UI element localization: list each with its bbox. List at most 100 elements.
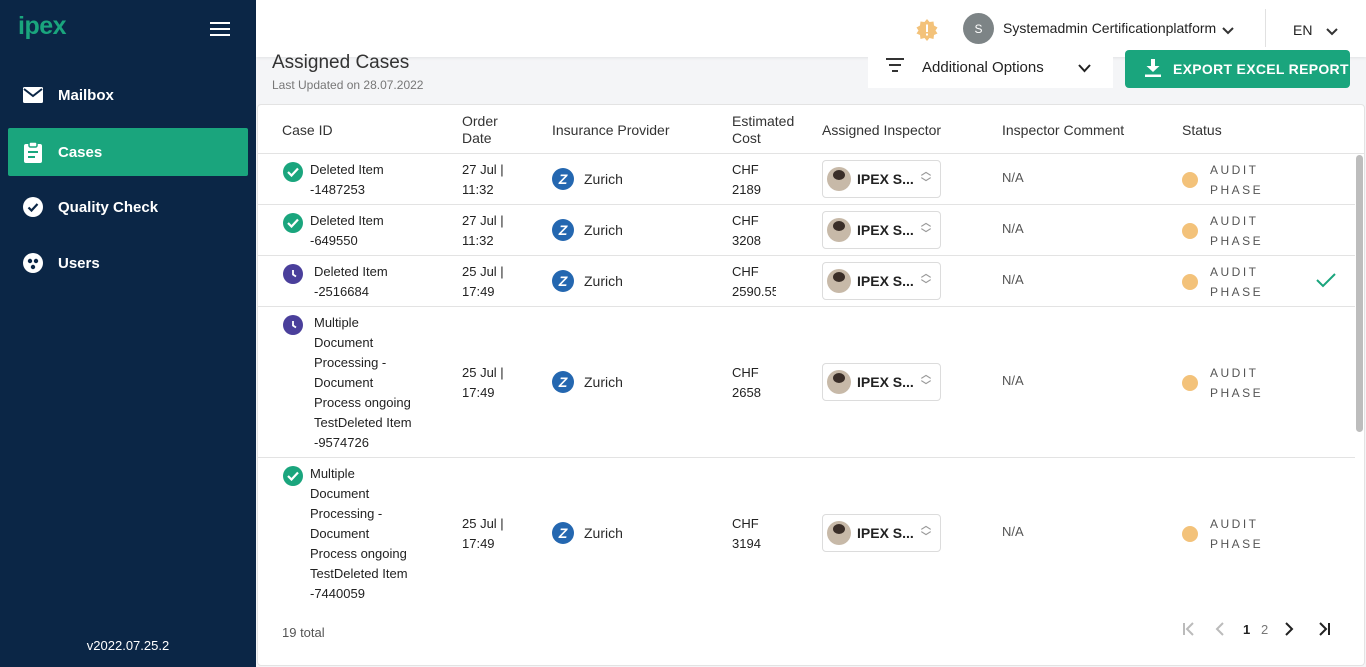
status-line: PHASE	[1210, 183, 1264, 197]
zurich-logo-icon: Z	[552, 371, 574, 393]
status-dot	[1182, 526, 1198, 542]
sidebar-item-quality-check[interactable]: Quality Check	[8, 183, 248, 231]
status-line: PHASE	[1210, 234, 1264, 248]
status-dot	[1182, 223, 1198, 239]
column-header-case-id[interactable]: Case ID	[282, 122, 333, 139]
status-badge: AUDIT PHASE	[1182, 211, 1263, 251]
sidebar-item-users[interactable]: Users	[8, 239, 248, 287]
table-row[interactable]: Deleted Item -2516684 25 Jul | 17:49 Z Z…	[258, 256, 1355, 307]
select-arrows-icon: ︿ ﹀	[921, 370, 931, 392]
case-id-line: Processing -	[314, 355, 387, 370]
inspector-comment: N/A	[1002, 524, 1024, 539]
inspector-comment: N/A	[1002, 221, 1024, 236]
case-id-line: Document	[314, 375, 374, 390]
table-row[interactable]: Deleted Item -1487253 27 Jul | 11:32 Z Z…	[258, 154, 1355, 205]
notification-alert-icon[interactable]	[916, 19, 938, 41]
user-name[interactable]: Systemadmin Certificationplatform	[1003, 20, 1216, 36]
date-line: 17:49	[462, 284, 495, 299]
page-1-button[interactable]: 1	[1243, 622, 1250, 637]
additional-options-label: Additional Options	[922, 58, 1044, 76]
inspector-select[interactable]: IPEX S... ︿ ﹀	[822, 160, 941, 198]
sidebar-item-mailbox[interactable]: Mailbox	[8, 71, 248, 119]
case-id-line: -9574726	[314, 435, 369, 450]
inspector-select[interactable]: IPEX S... ︿ ﹀	[822, 514, 941, 552]
inspector-avatar	[827, 167, 851, 191]
cost-line: 2658	[732, 385, 761, 400]
inspector-name: IPEX S...	[857, 525, 914, 541]
sidebar-item-cases[interactable]: Cases	[8, 128, 248, 176]
case-id-line: Process ongoing	[310, 546, 407, 561]
status-badge: AUDIT PHASE	[1182, 363, 1263, 403]
order-date: 25 Jul | 17:49	[462, 514, 504, 554]
case-id-line: -649550	[310, 233, 358, 248]
inspector-select[interactable]: IPEX S... ︿ ﹀	[822, 363, 941, 401]
chevron-down-icon[interactable]	[1326, 23, 1338, 41]
provider-name: Zurich	[584, 222, 623, 238]
insurance-provider: Z Zurich	[552, 219, 623, 241]
table-row[interactable]: Multiple Document Processing - Document …	[258, 307, 1355, 458]
inspector-select[interactable]: IPEX S... ︿ ﹀	[822, 211, 941, 249]
last-page-icon[interactable]	[1317, 622, 1331, 639]
case-id[interactable]: Deleted Item -2516684	[314, 262, 388, 302]
status-line: AUDIT	[1210, 214, 1259, 228]
user-avatar[interactable]: S	[963, 13, 994, 44]
table-row[interactable]: Deleted Item -649550 27 Jul | 11:32 Z Zu…	[258, 205, 1355, 256]
zurich-logo-icon: Z	[552, 522, 574, 544]
insurance-provider: Z Zurich	[552, 371, 623, 393]
next-page-icon[interactable]	[1284, 622, 1294, 639]
case-id[interactable]: Deleted Item -649550	[310, 211, 384, 251]
case-id[interactable]: Multiple Document Processing - Document …	[314, 313, 412, 453]
case-id[interactable]: Deleted Item -1487253	[310, 160, 384, 200]
column-header-comment[interactable]: Inspector Comment	[1002, 122, 1124, 139]
column-header-provider[interactable]: Insurance Provider	[552, 122, 670, 139]
sidebar: ipex Mailbox Cases Quality Check Users v…	[0, 0, 256, 667]
status-badge: AUDIT PHASE	[1182, 262, 1263, 302]
status-line: PHASE	[1210, 285, 1264, 299]
column-header-order-date[interactable]: Order Date	[462, 113, 498, 147]
column-header-status[interactable]: Status	[1182, 122, 1222, 139]
inspector-name: IPEX S...	[857, 171, 914, 187]
select-arrows-icon: ︿ ﹀	[921, 521, 931, 543]
inspector-comment: N/A	[1002, 170, 1024, 185]
checkmark-icon[interactable]	[1316, 272, 1336, 293]
inspector-avatar	[827, 370, 851, 394]
status-text: AUDIT PHASE	[1210, 363, 1263, 403]
order-date: 27 Jul | 11:32	[462, 211, 504, 251]
chevron-down-icon[interactable]	[1222, 22, 1234, 40]
inspector-name: IPEX S...	[857, 374, 914, 390]
language-selector[interactable]: EN	[1293, 22, 1312, 38]
cost-line: CHF	[732, 213, 759, 228]
page-2-button[interactable]: 2	[1261, 622, 1268, 637]
date-line: 17:49	[462, 536, 495, 551]
status-line: AUDIT	[1210, 517, 1259, 531]
zurich-logo-icon: Z	[552, 168, 574, 190]
clock-icon	[283, 264, 303, 284]
case-id-line: Multiple	[310, 466, 355, 481]
check-circle-icon	[283, 162, 303, 182]
inspector-select[interactable]: IPEX S... ︿ ﹀	[822, 262, 941, 300]
select-arrows-icon: ︿ ﹀	[921, 167, 931, 189]
select-arrows-icon: ︿ ﹀	[921, 218, 931, 240]
column-header-cost[interactable]: Estimated Cost	[732, 113, 794, 147]
case-id[interactable]: Multiple Document Processing - Document …	[310, 464, 408, 604]
status-line: AUDIT	[1210, 163, 1259, 177]
inspector-comment: N/A	[1002, 373, 1024, 388]
table-scrollbar[interactable]	[1356, 155, 1363, 432]
order-date: 27 Jul | 11:32	[462, 160, 504, 200]
column-header-inspector[interactable]: Assigned Inspector	[822, 122, 941, 139]
estimated-cost: CHF 2189	[732, 160, 761, 200]
date-line: 27 Jul |	[462, 162, 504, 177]
case-id-line: Document	[310, 486, 370, 501]
menu-toggle-icon[interactable]	[210, 22, 230, 38]
case-id-line: -1487253	[310, 182, 365, 197]
first-page-icon[interactable]	[1182, 622, 1196, 639]
table-row[interactable]: Multiple Document Processing - Document …	[258, 458, 1355, 609]
inspector-comment: N/A	[1002, 272, 1024, 287]
estimated-cost: CHF 2658	[732, 363, 761, 403]
zurich-logo-icon: Z	[552, 270, 574, 292]
ipex-logo[interactable]: ipex	[18, 12, 67, 41]
additional-options-dropdown[interactable]: Additional Options	[868, 46, 1113, 88]
sidebar-item-label: Cases	[58, 143, 103, 161]
export-excel-button[interactable]: EXPORT EXCEL REPORT	[1125, 50, 1350, 88]
previous-page-icon[interactable]	[1215, 622, 1225, 639]
